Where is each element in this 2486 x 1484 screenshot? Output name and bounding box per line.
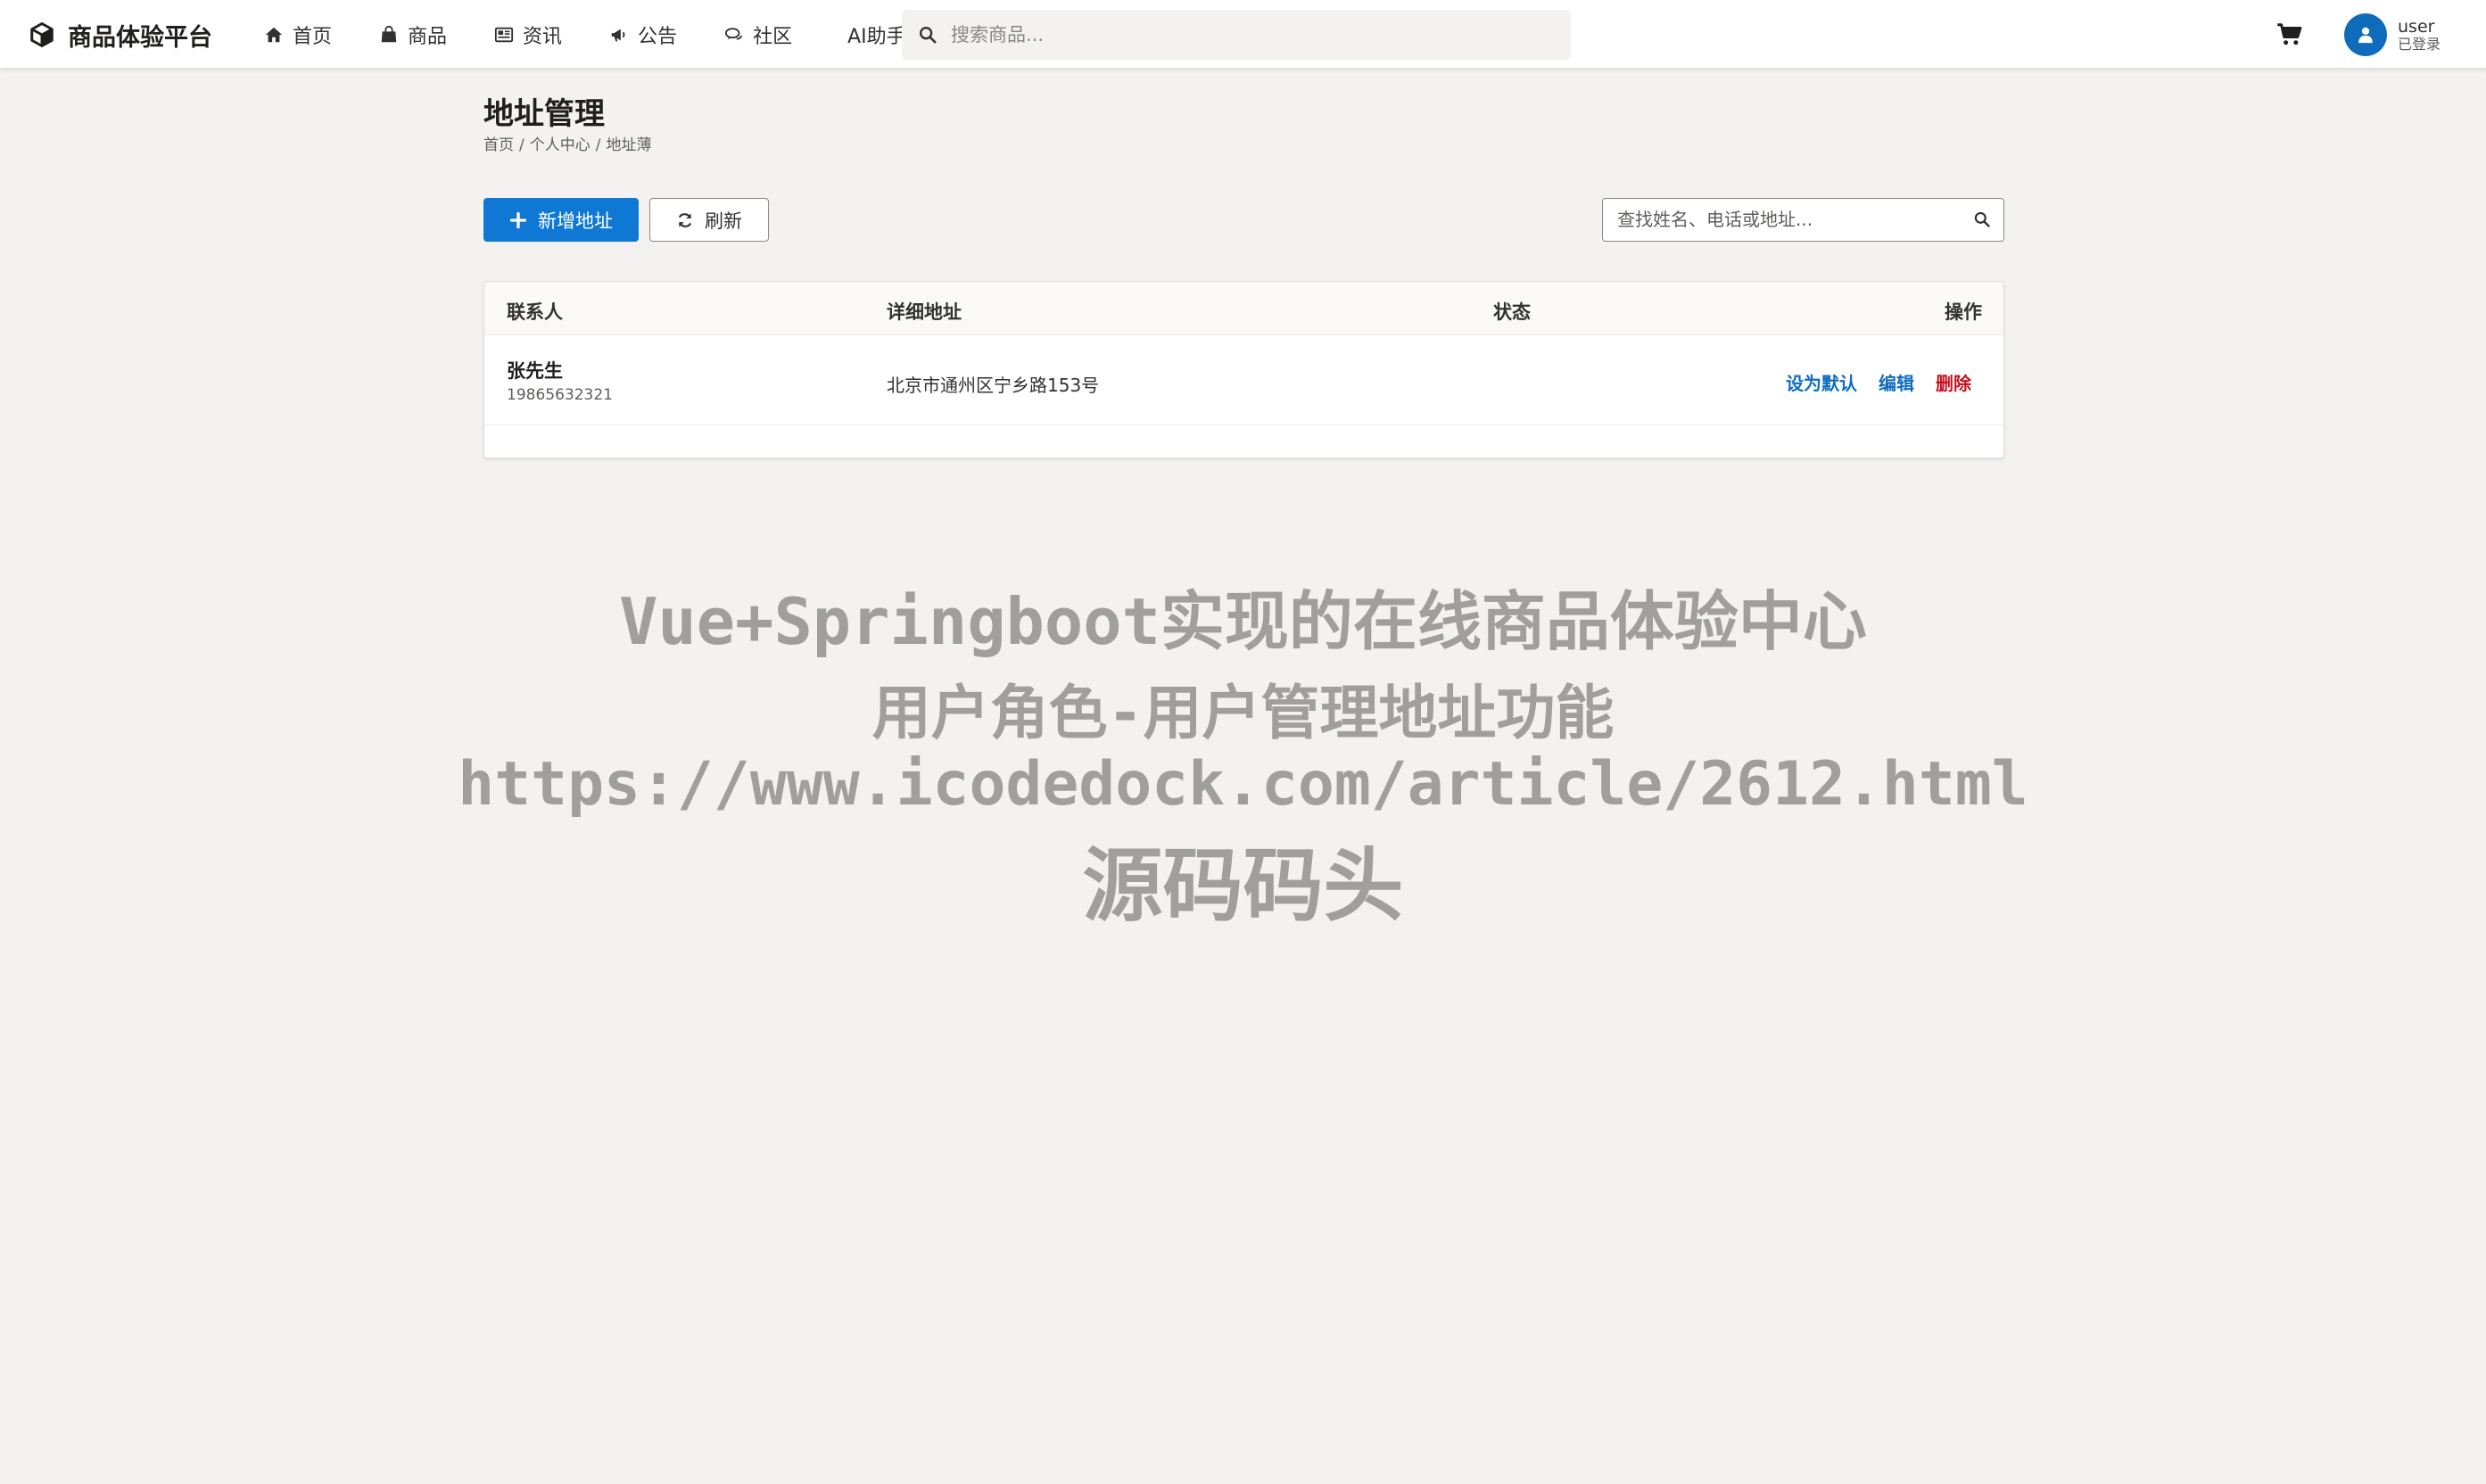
refresh-button[interactable]: 刷新	[649, 198, 769, 242]
breadcrumb-current: 地址薄	[606, 136, 652, 154]
user-name: user	[2398, 16, 2435, 37]
address-search-input[interactable]	[1617, 199, 1965, 240]
cube-icon	[30, 22, 54, 47]
column-header-contact: 联系人	[507, 301, 563, 323]
breadcrumb: 首页 / 个人中心 / 地址薄	[483, 136, 652, 154]
watermark-line-2: 用户角色-用户管理地址功能	[871, 679, 1615, 747]
user-status: 已登录	[2398, 35, 2441, 53]
refresh-label: 刷新	[705, 210, 742, 232]
nav-item-ai-assistant[interactable]: AI助手	[847, 21, 906, 49]
user-info: user 已登录	[2398, 16, 2441, 53]
newspaper-icon	[494, 27, 514, 43]
page-title: 地址管理	[483, 96, 605, 132]
row-actions: 设为默认 编辑 删除	[1786, 369, 1971, 395]
watermark-line-1: Vue+Springboot实现的在线商品体验中心	[619, 584, 1867, 659]
bullhorn-icon	[611, 29, 625, 42]
user-icon	[2358, 27, 2373, 44]
user-menu[interactable]: user 已登录	[2344, 12, 2441, 57]
brand-title: 商品体验平台	[68, 23, 212, 52]
nav-item-community[interactable]: 社区	[724, 21, 792, 49]
add-address-button[interactable]: 新增地址	[483, 198, 639, 242]
column-header-address: 详细地址	[887, 301, 962, 323]
address-table: 联系人 详细地址 状态 操作 张先生 19865632321 北京市通州区宁乡路…	[483, 281, 2004, 458]
nav-item-label: 商品	[408, 26, 448, 48]
breadcrumb-home[interactable]: 首页	[483, 136, 514, 154]
address-search	[1602, 198, 2004, 242]
nav-item-news[interactable]: 资讯	[494, 21, 562, 49]
avatar	[2344, 13, 2387, 56]
search-icon	[920, 27, 937, 44]
column-header-status: 状态	[1493, 301, 1531, 323]
nav-item-label: 资讯	[523, 26, 563, 48]
table-header: 联系人 详细地址 状态 操作	[484, 282, 2003, 335]
refresh-icon	[678, 212, 692, 227]
column-header-actions: 操作	[1945, 301, 1982, 323]
watermark-line-3: https://www.icodedock.com/article/2612.h…	[458, 749, 2028, 820]
main-nav: 首页 商品 资讯 公告 社区 AI助手	[264, 0, 954, 70]
shopping-bag-icon	[381, 25, 397, 43]
delete-button[interactable]: 删除	[1936, 369, 1971, 395]
global-search	[902, 10, 1571, 60]
nav-item-products[interactable]: 商品	[379, 21, 447, 49]
address-detail: 北京市通州区宁乡路153号	[887, 375, 1100, 396]
breadcrumb-profile[interactable]: 个人中心	[530, 136, 591, 154]
contact-phone: 19865632321	[507, 386, 613, 404]
nav-item-label: 公告	[638, 26, 678, 48]
watermark-line-4: 源码码头	[1082, 839, 1404, 933]
nav-item-announcements[interactable]: 公告	[609, 21, 677, 49]
top-navbar: 商品体验平台 首页 商品 资讯 公告 社区 AI助手 搜索商品... user …	[0, 0, 2486, 70]
cart-icon[interactable]	[2276, 21, 2303, 48]
add-address-label: 新增地址	[538, 210, 613, 232]
plus-icon	[509, 211, 527, 228]
nav-item-home[interactable]: 首页	[264, 21, 332, 49]
set-default-button[interactable]: 设为默认	[1786, 369, 1857, 395]
table-row: 张先生 19865632321 北京市通州区宁乡路153号 设为默认 编辑 删除	[484, 335, 2003, 425]
nav-item-label: 社区	[753, 26, 793, 48]
search-icon[interactable]	[1973, 210, 1991, 228]
edit-button[interactable]: 编辑	[1879, 369, 1914, 395]
nav-item-label: 首页	[293, 26, 333, 48]
search-input[interactable]	[951, 10, 1557, 60]
home-icon	[265, 27, 283, 43]
comments-icon	[724, 28, 743, 40]
nav-item-label: AI助手	[847, 26, 906, 48]
contact-name: 张先生	[507, 360, 563, 382]
brand[interactable]: 商品体验平台	[29, 0, 212, 70]
